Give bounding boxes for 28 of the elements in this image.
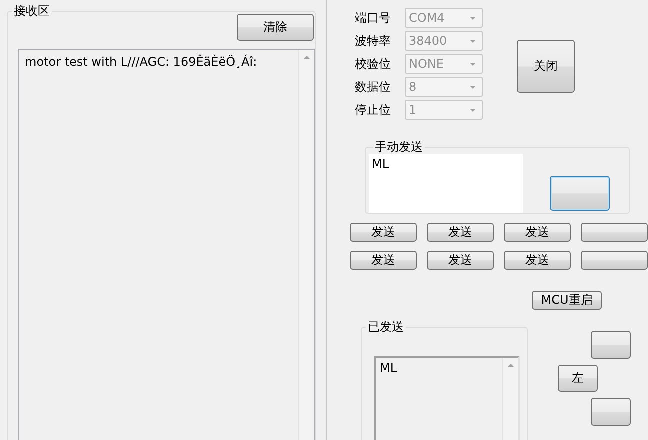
setting-label: 数据位 (355, 79, 392, 95)
manual-send-input[interactable]: ML (369, 154, 523, 213)
button-edge[interactable] (581, 223, 648, 242)
button-edge[interactable] (581, 251, 648, 270)
send-button[interactable]: 发送 (427, 223, 494, 242)
group-title: 手动发送 (374, 140, 424, 154)
sent-item[interactable]: ML (380, 361, 398, 375)
button-edge[interactable] (591, 398, 631, 426)
send-button[interactable]: 发送 (350, 251, 417, 270)
group-title: 已发送 (367, 320, 405, 334)
setting-label: 校验位 (355, 56, 392, 72)
sent-list[interactable]: ML (374, 356, 520, 440)
receive-text-area[interactable]: motor test with L///AGC: 169ÊäÈëÖ¸Áî: (18, 49, 315, 440)
setting-label: 波特率 (355, 33, 392, 49)
send-button[interactable]: 发送 (504, 223, 571, 242)
mcu-restart-button[interactable]: MCU重启 (532, 291, 602, 310)
close-button[interactable]: 关闭 (517, 40, 575, 93)
setting-label: 停止位 (355, 102, 392, 118)
left-button[interactable]: 左 (558, 365, 598, 392)
group-title: 接收区 (13, 4, 51, 18)
send-button[interactable]: 发送 (504, 251, 571, 270)
send-button[interactable]: 发送 (427, 251, 494, 270)
received-text: motor test with L///AGC: 169ÊäÈëÖ¸Áî: (25, 55, 258, 69)
send-button-edge[interactable] (550, 176, 610, 211)
clear-button[interactable]: 清除 (237, 14, 314, 41)
button-edge[interactable] (591, 331, 631, 359)
setting-label: 端口号 (355, 10, 392, 26)
send-button[interactable]: 发送 (350, 223, 417, 242)
